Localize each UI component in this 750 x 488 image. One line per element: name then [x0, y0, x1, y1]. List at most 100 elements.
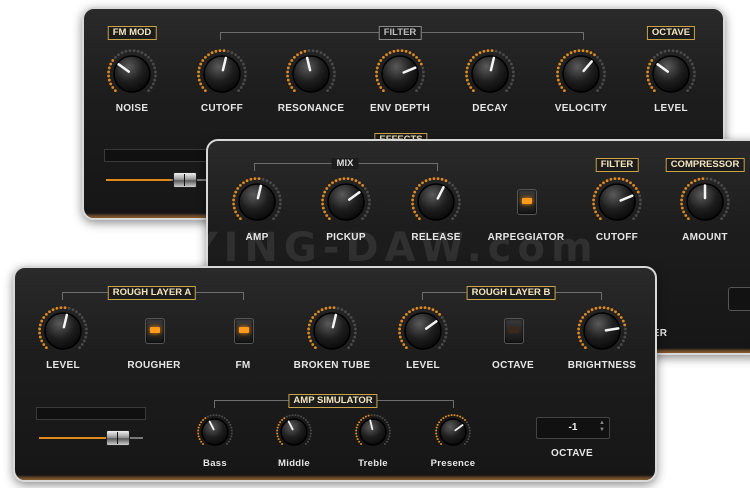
knob-resonance[interactable] [286, 49, 336, 104]
knob-tick [214, 49, 218, 53]
knob-tick [201, 59, 205, 62]
knob-tick [587, 310, 590, 314]
knob-tick [383, 442, 386, 445]
knob-level-b[interactable] [398, 306, 448, 361]
knob-tick [381, 55, 385, 59]
knob-tick [239, 59, 243, 62]
tag-rough-layer-b: ROUGH LAYER B [466, 286, 556, 300]
knob-tick [720, 217, 724, 221]
knob-tick [313, 312, 317, 316]
knob-bass[interactable] [197, 414, 233, 455]
knob-tick [309, 339, 313, 343]
knob-tick [283, 417, 286, 420]
display-slot-bottom [36, 407, 146, 420]
knob-tick [663, 49, 667, 53]
knob-decay[interactable] [465, 49, 515, 104]
knob-tick [153, 78, 157, 82]
knob-tick [625, 179, 629, 183]
knob-tick [80, 343, 84, 346]
knob-tick [311, 49, 315, 52]
knob-tick [650, 59, 654, 62]
knob-tick [241, 82, 245, 86]
knob-tick [558, 62, 562, 66]
knob-tick [639, 202, 642, 206]
knob-tick [675, 49, 679, 53]
knob-tick [442, 417, 445, 420]
knob-tick [463, 419, 466, 422]
label-brightness: BRIGHTNESS [567, 360, 637, 371]
knob-noise[interactable] [107, 49, 157, 104]
knob-tick [383, 419, 386, 422]
knob-tick [330, 62, 334, 66]
knob-tick [308, 438, 311, 441]
octave-number-box[interactable]: -1 ▲ ▼ [536, 417, 610, 439]
knob-velocity[interactable] [556, 49, 606, 104]
knob-tick [229, 438, 232, 441]
knob-tick [415, 55, 419, 59]
knob-presence[interactable] [435, 414, 471, 455]
tag-filter: FILTER [378, 26, 422, 40]
knob-tick [684, 214, 688, 217]
knob-tick [556, 78, 560, 82]
knob-level[interactable] [646, 49, 696, 104]
knob-tick [80, 316, 84, 319]
knob-tick [388, 429, 391, 432]
stepper-arrows-icon[interactable]: ▲ ▼ [599, 420, 605, 434]
octave-value: -1 [568, 422, 578, 433]
knob-tick [648, 82, 652, 86]
knob-release[interactable] [411, 177, 461, 232]
knob-tick [149, 86, 153, 89]
knob-tick [290, 86, 294, 89]
knob-tick [84, 323, 88, 327]
knob-tick [456, 414, 459, 417]
knob-tick [435, 432, 438, 435]
knob-tick [51, 308, 55, 312]
knob-tick [566, 53, 569, 57]
arpeggiator-toggle[interactable] [517, 189, 537, 215]
knob-brightness[interactable] [577, 306, 627, 361]
tag-amp-simulator: AMP SIMULATOR [288, 394, 378, 408]
knob-tick [680, 202, 683, 206]
knob-cutoff[interactable] [197, 49, 247, 104]
knob-graphic [398, 306, 448, 350]
slider-handle[interactable] [173, 172, 197, 188]
knob-pickup[interactable] [321, 177, 371, 232]
knob-broken-tube[interactable] [307, 306, 357, 361]
knob-tick [325, 187, 329, 190]
knob-tick [465, 440, 468, 443]
knob-tick [277, 423, 280, 426]
knob-tick [59, 306, 63, 309]
knob-tick [596, 214, 600, 217]
knob-level-a[interactable] [38, 306, 88, 361]
knob-tick [276, 429, 279, 432]
knob-tick [419, 306, 423, 309]
knob-tick [281, 442, 284, 445]
knob-tick [368, 202, 371, 206]
knob-tick [355, 426, 358, 429]
knob-treble[interactable] [355, 414, 391, 455]
knob-tick [469, 59, 473, 62]
knob-tick [360, 442, 363, 445]
knob-tick [444, 335, 448, 339]
knob-env-depth[interactable] [375, 49, 425, 104]
knob-cutoff-mid[interactable] [592, 177, 642, 232]
knob-tick [419, 62, 423, 66]
knob-tick [317, 310, 320, 314]
rougher-toggle[interactable] [145, 318, 165, 344]
knob-tick [431, 308, 435, 312]
knob-tick [197, 432, 200, 435]
fm-toggle[interactable] [234, 318, 254, 344]
knob-tick [340, 308, 344, 312]
knob-middle[interactable] [276, 414, 312, 455]
knob-amp[interactable] [232, 177, 282, 232]
knob-tick [356, 438, 359, 441]
knob-tick [440, 177, 444, 181]
knob-tick [363, 187, 367, 190]
knob-amount[interactable] [680, 177, 730, 232]
knob-tick [686, 89, 690, 93]
octave-toggle[interactable] [504, 318, 524, 344]
knob-tick [435, 429, 438, 432]
knob-tick [354, 327, 357, 331]
slider-handle-bottom[interactable] [106, 430, 130, 446]
knob-tick [321, 194, 325, 198]
